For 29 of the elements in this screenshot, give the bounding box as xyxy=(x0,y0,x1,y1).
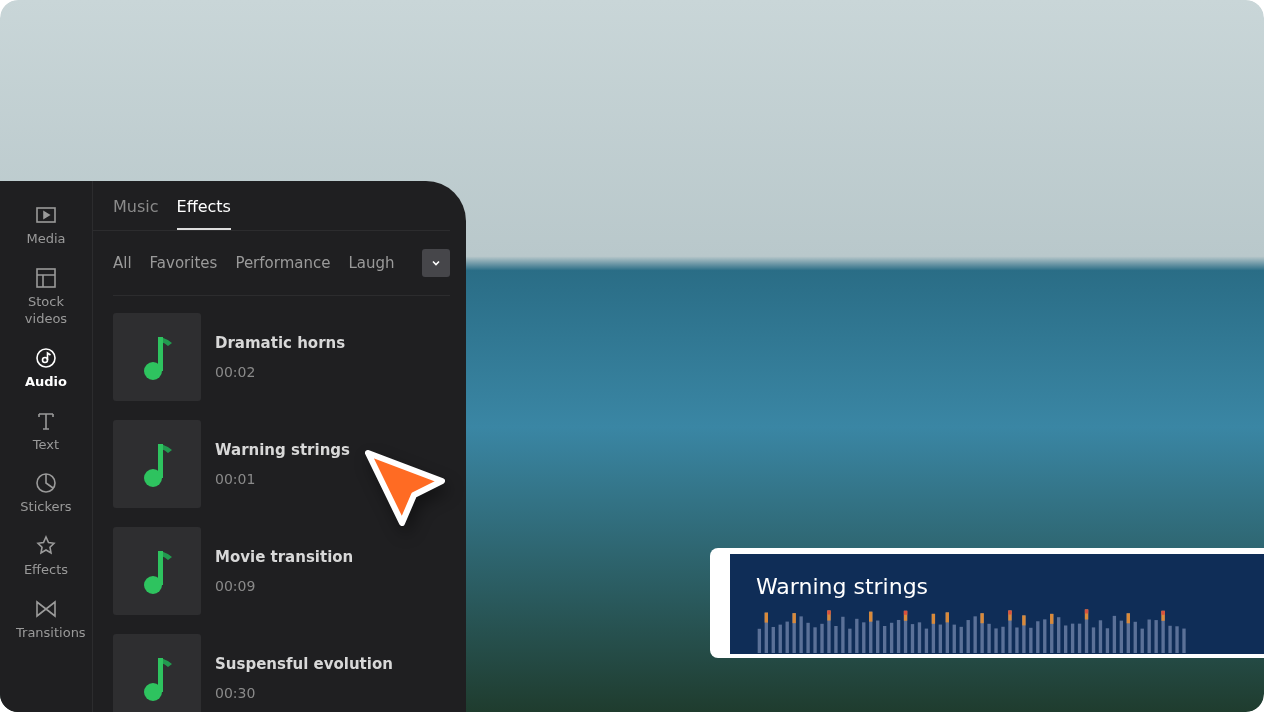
track-thumbnail[interactable] xyxy=(113,527,201,615)
sidebar-item[interactable]: Effects xyxy=(2,532,90,582)
track-title: Dramatic horns xyxy=(215,334,346,352)
track-thumbnail[interactable] xyxy=(113,634,201,712)
music-disc-icon xyxy=(34,345,58,370)
clip-title: Warning strings xyxy=(756,574,930,599)
track-title: Movie transition xyxy=(215,548,354,566)
category-filter[interactable]: Favorites xyxy=(149,254,218,272)
track-title: Warning strings xyxy=(215,441,350,459)
sidebar-item[interactable]: Media xyxy=(2,201,90,250)
sidebar-item[interactable]: Text xyxy=(2,406,90,456)
sidebar-item[interactable]: Audio xyxy=(2,343,90,393)
tab[interactable]: Music xyxy=(113,181,159,230)
category-filter[interactable]: Performance xyxy=(235,254,331,272)
track-duration: 00:02 xyxy=(215,364,257,380)
sidebar-item[interactable]: Transitions xyxy=(2,595,90,645)
category-filter[interactable]: Laugh xyxy=(348,254,395,272)
sidebar-item[interactable]: Stickers xyxy=(2,469,90,519)
sidebar-item[interactable]: Stock videos xyxy=(2,263,90,330)
sticker-icon xyxy=(34,471,58,496)
category-filter[interactable]: All xyxy=(113,254,132,272)
track-title: Suspensful evolution xyxy=(215,655,393,673)
tab[interactable]: Effects xyxy=(176,181,231,230)
layout-icon xyxy=(34,265,58,290)
track-duration: 00:09 xyxy=(215,578,257,594)
track-thumbnail[interactable] xyxy=(113,313,201,401)
track-duration: 00:01 xyxy=(215,471,257,487)
track-thumbnail[interactable] xyxy=(113,420,201,508)
track-duration: 00:30 xyxy=(215,685,257,701)
